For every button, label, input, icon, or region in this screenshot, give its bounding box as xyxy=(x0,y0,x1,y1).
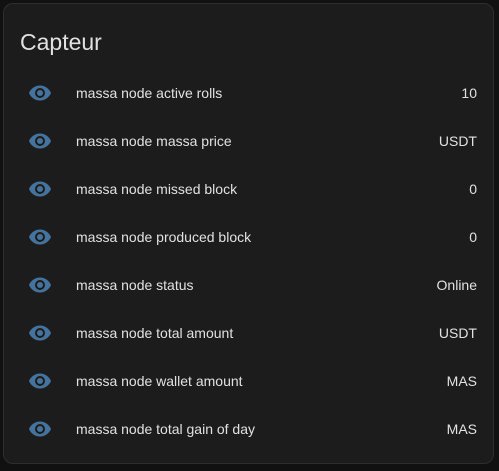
entity-name: massa node produced block xyxy=(76,229,252,245)
entity-row-massa-price[interactable]: massa node massa price USDT xyxy=(4,117,493,165)
eye-icon xyxy=(28,225,52,249)
entity-name: massa node wallet amount xyxy=(76,373,243,389)
eye-icon xyxy=(28,417,52,441)
entity-row-wallet-amount[interactable]: massa node wallet amount MAS xyxy=(4,357,493,405)
entity-name: massa node total amount xyxy=(76,325,234,341)
entity-name: massa node total gain of day xyxy=(76,421,256,437)
entity-name: massa node missed block xyxy=(76,181,238,197)
eye-icon xyxy=(28,81,52,105)
entity-row-total-amount[interactable]: massa node total amount USDT xyxy=(4,309,493,357)
entity-state: 0 xyxy=(469,181,477,197)
entity-name: massa node active rolls xyxy=(76,85,223,101)
eye-icon xyxy=(28,321,52,345)
entity-state: MAS xyxy=(446,421,477,437)
entity-state: 10 xyxy=(461,85,477,101)
entity-row-missed-block[interactable]: massa node missed block 0 xyxy=(4,165,493,213)
eye-icon xyxy=(28,177,52,201)
sensor-card: Capteur massa node active rolls 10 massa… xyxy=(3,3,494,464)
card-title: Capteur xyxy=(20,29,102,55)
eye-icon xyxy=(28,273,52,297)
entity-row-status[interactable]: massa node status Online xyxy=(4,261,493,309)
entity-row-produced-block[interactable]: massa node produced block 0 xyxy=(4,213,493,261)
entity-name: massa node massa price xyxy=(76,133,232,149)
entity-state: USDT xyxy=(438,325,477,341)
eye-icon xyxy=(28,129,52,153)
entity-row-active-rolls[interactable]: massa node active rolls 10 xyxy=(4,69,493,117)
eye-icon xyxy=(28,369,52,393)
entity-row-total-gain-of-day[interactable]: massa node total gain of day MAS xyxy=(4,405,493,453)
entity-state: 0 xyxy=(469,229,477,245)
entity-state: USDT xyxy=(438,133,477,149)
entity-name: massa node status xyxy=(76,277,194,293)
entity-state: MAS xyxy=(446,373,477,389)
entity-list: massa node active rolls 10 massa node ma… xyxy=(4,69,493,453)
entity-state: Online xyxy=(436,277,477,293)
